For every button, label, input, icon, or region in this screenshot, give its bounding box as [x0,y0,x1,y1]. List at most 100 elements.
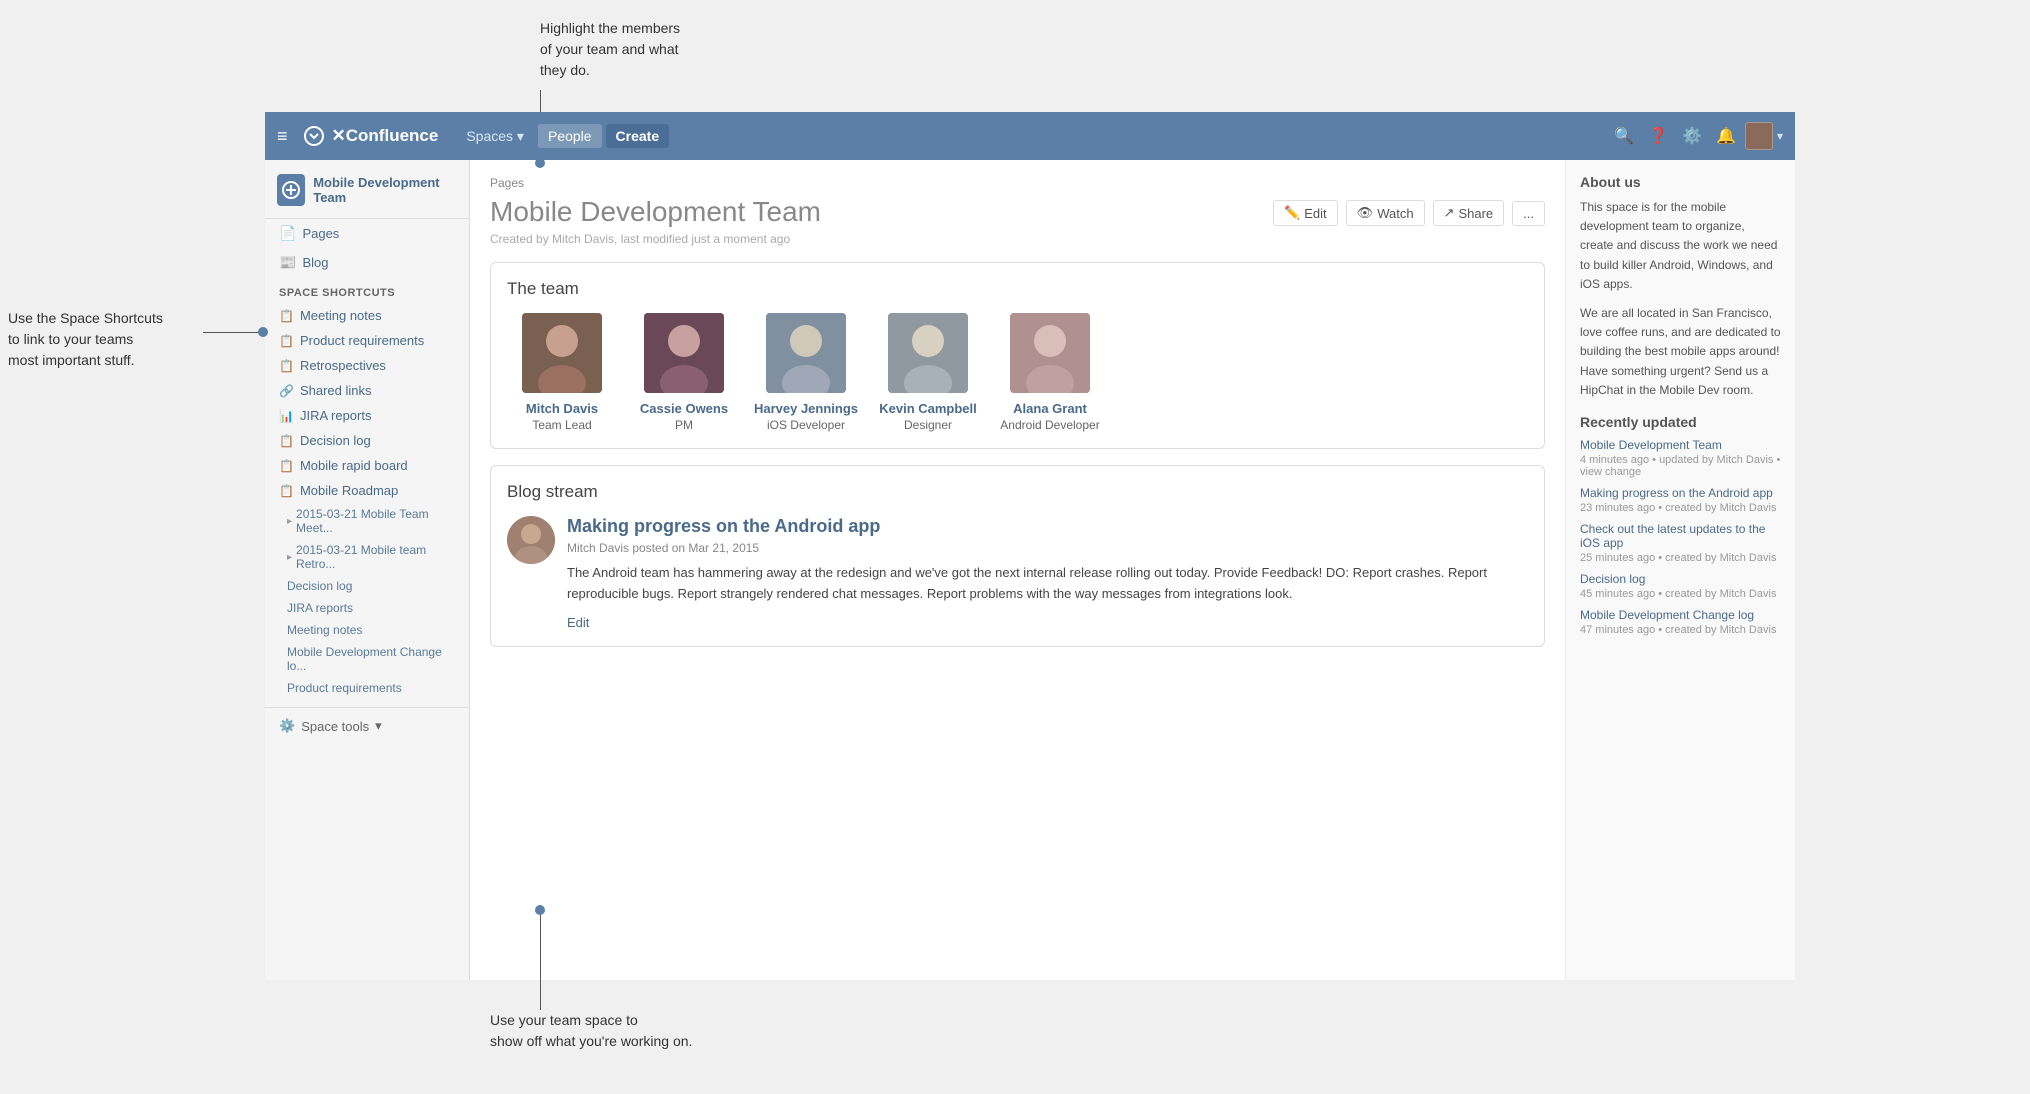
tree-label: Product requirements [287,681,402,695]
avatar-dropdown-icon[interactable]: ▾ [1777,129,1783,143]
nav-create[interactable]: Create [606,124,670,148]
tree-arrow-icon: ▸ [287,516,292,527]
tree-item-product[interactable]: Product requirements [265,677,469,699]
alana-name: Alana Grant [995,401,1105,416]
team-section: The team Mitch Davis Team Lead [490,262,1545,449]
pages-icon: 📄 [279,225,296,242]
mitch-role: Team Lead [507,418,617,432]
left-callout-line-h [203,332,263,333]
share-button[interactable]: ↗ Share [1433,200,1505,226]
page-title-row: Mobile Development Team ✏️ Edit 👁 Watch … [490,196,1545,228]
harvey-name: Harvey Jennings [751,401,861,416]
jira-icon: 📊 [279,409,294,423]
shortcut-product-req[interactable]: 📋 Product requirements [265,328,469,353]
tree-item-jira[interactable]: JIRA reports [265,597,469,619]
blog-content: Making progress on the Android app Mitch… [567,516,1528,630]
search-icon[interactable]: 🔍 [1609,121,1639,151]
about-title: About us [1580,174,1781,190]
recent-meta-3: 25 minutes ago • created by Mitch Davis [1580,552,1781,564]
tree-arrow-icon: ▸ [287,552,292,563]
tree-label: Mobile Development Change lo... [287,645,455,673]
team-member-mitch: Mitch Davis Team Lead [507,313,617,432]
shortcut-decision-log[interactable]: 📋 Decision log [265,428,469,453]
alana-avatar [1010,313,1090,393]
blog-post-title[interactable]: Making progress on the Android app [567,516,1528,537]
bottom-callout-text: Use your team space toshow off what you'… [490,1010,692,1052]
space-tools[interactable]: ⚙️ Space tools ▾ [265,707,469,744]
shortcut-retrospectives[interactable]: 📋 Retrospectives [265,353,469,378]
recent-item-3: Check out the latest updates to the iOS … [1580,522,1781,564]
tree-item-meeting[interactable]: Meeting notes [265,619,469,641]
top-callout-text: Highlight the membersof your team and wh… [540,18,680,81]
nav-people[interactable]: People [538,124,602,148]
page-actions: ✏️ Edit 👁 Watch ↗ Share ... [1273,196,1545,226]
space-tools-label: Space tools [301,719,369,734]
alana-role: Android Developer [995,418,1105,432]
pages-label: Pages [302,226,339,241]
tree-item-2[interactable]: ▸ 2015-03-21 Mobile team Retro... [265,539,469,575]
shortcut-roadmap[interactable]: 📋 Mobile Roadmap [265,478,469,503]
settings-icon[interactable]: ⚙️ [1677,121,1707,151]
shortcut-label: Shared links [300,383,372,398]
hamburger-menu-icon[interactable]: ≡ [277,126,288,147]
topnav-icons: 🔍 ❓ ⚙️ 🔔 ▾ [1609,121,1783,151]
recent-link-5[interactable]: Mobile Development Change log [1580,608,1781,622]
tree-label: Decision log [287,579,352,593]
tree-label: 2015-03-21 Mobile team Retro... [296,543,455,571]
space-tools-arrow: ▾ [375,718,382,734]
about-text-1: This space is for the mobile development… [1580,198,1781,294]
sidebar-pages[interactable]: 📄 Pages [265,219,469,248]
watch-button[interactable]: 👁 Watch [1346,200,1425,226]
page-title: Mobile Development Team [490,196,821,228]
blog-post: Making progress on the Android app Mitch… [507,516,1528,630]
cassie-avatar [644,313,724,393]
blog-post-meta: Mitch Davis posted on Mar 21, 2015 [567,541,1528,555]
user-avatar[interactable] [1745,122,1773,150]
product-req-icon: 📋 [279,334,294,348]
blog-avatar [507,516,555,564]
shortcut-meeting-notes[interactable]: 📋 Meeting notes [265,303,469,328]
more-button[interactable]: ... [1512,201,1545,226]
edit-label: Edit [1304,206,1326,221]
space-name[interactable]: Mobile Development Team [313,175,457,205]
recent-link-3[interactable]: Check out the latest updates to the iOS … [1580,522,1781,550]
help-icon[interactable]: ❓ [1643,121,1673,151]
rapid-board-icon: 📋 [279,459,294,473]
recent-item-4: Decision log 45 minutes ago • created by… [1580,572,1781,600]
left-callout-text: Use the Space Shortcutsto link to your t… [8,308,163,371]
blog-label: Blog [302,255,328,270]
shortcut-shared-links[interactable]: 🔗 Shared links [265,378,469,403]
shortcut-label: Decision log [300,433,371,448]
kevin-role: Designer [873,418,983,432]
recent-meta-4: 45 minutes ago • created by Mitch Davis [1580,588,1781,600]
sidebar-blog[interactable]: 📰 Blog [265,248,469,277]
shortcut-label: Meeting notes [300,308,382,323]
recent-link-4[interactable]: Decision log [1580,572,1781,586]
tree-item-1[interactable]: ▸ 2015-03-21 Mobile Team Meet... [265,503,469,539]
shortcut-rapid-board[interactable]: 📋 Mobile rapid board [265,453,469,478]
tree-item-decision[interactable]: Decision log [265,575,469,597]
confluence-logo[interactable]: ✕Confluence [302,124,439,148]
recent-link-1[interactable]: Mobile Development Team [1580,438,1781,452]
blog-section-title: Blog stream [507,482,1528,502]
nav-spaces[interactable]: Spaces ▾ [456,124,534,149]
content-area: Pages Mobile Development Team ✏️ Edit 👁 … [470,160,1565,980]
blog-edit-link[interactable]: Edit [567,615,589,630]
recent-link-2[interactable]: Making progress on the Android app [1580,486,1781,500]
watch-label: Watch [1377,206,1413,221]
team-member-alana: Alana Grant Android Developer [995,313,1105,432]
cassie-name: Cassie Owens [629,401,739,416]
team-section-title: The team [507,279,1528,299]
edit-button[interactable]: ✏️ Edit [1273,200,1338,226]
shortcut-jira-reports[interactable]: 📊 JIRA reports [265,403,469,428]
notifications-icon[interactable]: 🔔 [1711,121,1741,151]
shortcuts-label: SPACE SHORTCUTS [265,277,469,303]
harvey-role: iOS Developer [751,418,861,432]
shortcut-label: JIRA reports [300,408,372,423]
shortcut-label: Mobile rapid board [300,458,408,473]
shortcut-label: Mobile Roadmap [300,483,398,498]
tree-item-change[interactable]: Mobile Development Change lo... [265,641,469,677]
space-icon[interactable] [277,174,305,206]
topnav: ≡ ✕Confluence Spaces ▾ People Create 🔍 ❓… [265,112,1795,160]
more-label: ... [1523,206,1534,221]
